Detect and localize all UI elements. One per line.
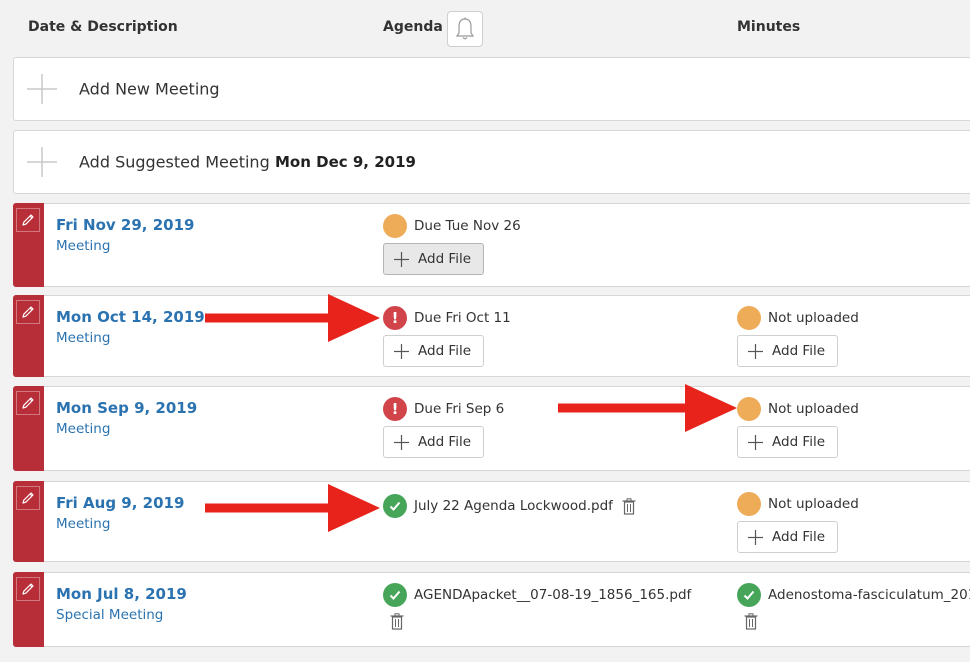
- agenda-file-link[interactable]: AGENDApacket__07-08-19_1856_165.pdf: [414, 587, 691, 603]
- annotation-arrow: [558, 384, 737, 432]
- agenda-status: July 22 Agenda Lockwood.pdf: [383, 494, 636, 518]
- column-header-date: Date & Description: [28, 19, 178, 35]
- agenda-add-file-button[interactable]: Add File: [383, 335, 485, 367]
- meeting-type-link[interactable]: Special Meeting: [56, 607, 163, 623]
- minutes-status-text: Not uploaded: [768, 401, 859, 417]
- add-file-label: Add File: [418, 343, 472, 359]
- agenda-status-text: Due Fri Oct 11: [414, 310, 511, 326]
- plus-icon: [748, 343, 763, 359]
- minutes-file-link[interactable]: Adenostoma-fasciculatum_2017: [768, 587, 970, 603]
- minutes-status: Not uploaded: [737, 397, 859, 421]
- plus-icon: [394, 343, 409, 359]
- agenda-notifications-button[interactable]: [447, 11, 483, 47]
- pending-status-dot-icon: [737, 397, 761, 421]
- due-status-dot-icon: [383, 214, 407, 238]
- plus-icon: [748, 434, 763, 450]
- edit-meeting-button[interactable]: [13, 295, 44, 377]
- meeting-row: Mon Sep 9, 2019 Meeting ! Due Fri Sep 6 …: [13, 386, 970, 471]
- overdue-alert-icon: !: [383, 306, 407, 330]
- meeting-type-link[interactable]: Meeting: [56, 238, 110, 254]
- plus-icon: [748, 529, 763, 545]
- agenda-status: ! Due Fri Sep 6: [383, 397, 504, 421]
- column-header-agenda: Agenda: [383, 19, 443, 35]
- minutes-status-text: Not uploaded: [768, 310, 859, 326]
- minutes-status: Not uploaded: [737, 492, 859, 516]
- add-new-meeting-row[interactable]: Add New Meeting: [13, 57, 970, 121]
- check-icon: [383, 494, 407, 518]
- add-file-label: Add File: [418, 251, 472, 267]
- pencil-icon: [22, 583, 34, 595]
- meeting-type-link[interactable]: Meeting: [56, 421, 110, 437]
- meeting-type-link[interactable]: Meeting: [56, 330, 110, 346]
- check-icon: [737, 583, 761, 607]
- meeting-date-link[interactable]: Fri Nov 29, 2019: [56, 216, 194, 234]
- minutes-add-file-button[interactable]: Add File: [737, 335, 839, 367]
- meeting-row: Fri Nov 29, 2019 Meeting Due Tue Nov 26 …: [13, 203, 970, 287]
- pencil-icon: [22, 397, 34, 409]
- add-new-meeting-label: Add New Meeting: [79, 79, 220, 99]
- add-file-label: Add File: [772, 343, 826, 359]
- minutes-add-file-button[interactable]: Add File: [737, 426, 839, 458]
- annotation-arrow: [205, 484, 380, 532]
- agenda-status: Due Tue Nov 26: [383, 214, 521, 238]
- agenda-status-text: Due Tue Nov 26: [414, 218, 521, 234]
- add-suggested-meeting-row[interactable]: Add Suggested Meeting Mon Dec 9, 2019: [13, 130, 970, 194]
- minutes-add-file-button[interactable]: Add File: [737, 521, 839, 553]
- agenda-add-file-button[interactable]: Add File: [383, 426, 485, 458]
- trash-icon[interactable]: [390, 613, 404, 634]
- table-header: Date & Description Agenda Minutes: [0, 0, 970, 56]
- meeting-row: Mon Jul 8, 2019 Special Meeting AGENDApa…: [13, 572, 970, 647]
- minutes-status: Adenostoma-fasciculatum_2017: [737, 583, 970, 607]
- plus-icon: [394, 434, 409, 450]
- meeting-date-link[interactable]: Mon Sep 9, 2019: [56, 399, 197, 417]
- edit-meeting-button[interactable]: [13, 386, 44, 471]
- agenda-add-file-button[interactable]: Add File: [383, 243, 485, 275]
- meeting-date-link[interactable]: Mon Oct 14, 2019: [56, 308, 205, 326]
- meeting-row: Mon Oct 14, 2019 Meeting ! Due Fri Oct 1…: [13, 295, 970, 377]
- pencil-icon: [22, 214, 34, 226]
- agenda-file-link[interactable]: July 22 Agenda Lockwood.pdf: [414, 498, 613, 514]
- edit-meeting-button[interactable]: [13, 572, 44, 647]
- pencil-icon: [22, 492, 34, 504]
- minutes-status-text: Not uploaded: [768, 496, 859, 512]
- overdue-alert-icon: !: [383, 397, 407, 421]
- agenda-status: AGENDApacket__07-08-19_1856_165.pdf: [383, 583, 691, 607]
- meeting-type-link[interactable]: Meeting: [56, 516, 110, 532]
- trash-icon[interactable]: [622, 497, 636, 515]
- meeting-date-link[interactable]: Fri Aug 9, 2019: [56, 494, 184, 512]
- add-file-label: Add File: [418, 434, 472, 450]
- meeting-row: Fri Aug 9, 2019 Meeting July 22 Agenda L…: [13, 481, 970, 562]
- pending-status-dot-icon: [737, 492, 761, 516]
- trash-icon[interactable]: [744, 613, 758, 634]
- bell-icon: [455, 17, 475, 40]
- meeting-date-link[interactable]: Mon Jul 8, 2019: [56, 585, 187, 603]
- suggested-meeting-date: Mon Dec 9, 2019: [275, 153, 416, 171]
- agenda-status-text: Due Fri Sep 6: [414, 401, 505, 417]
- annotation-arrow: [205, 294, 380, 342]
- column-header-minutes: Minutes: [737, 19, 801, 35]
- plus-icon: [27, 147, 57, 177]
- check-icon: [383, 583, 407, 607]
- edit-meeting-button[interactable]: [13, 481, 44, 562]
- plus-icon: [394, 251, 409, 267]
- edit-meeting-button[interactable]: [13, 203, 44, 287]
- pending-status-dot-icon: [737, 306, 761, 330]
- add-suggested-meeting-label: Add Suggested Meeting: [79, 152, 270, 172]
- pencil-icon: [22, 306, 34, 318]
- add-file-label: Add File: [772, 434, 826, 450]
- agenda-status: ! Due Fri Oct 11: [383, 306, 511, 330]
- add-file-label: Add File: [772, 529, 826, 545]
- minutes-status: Not uploaded: [737, 306, 859, 330]
- plus-icon: [27, 74, 57, 104]
